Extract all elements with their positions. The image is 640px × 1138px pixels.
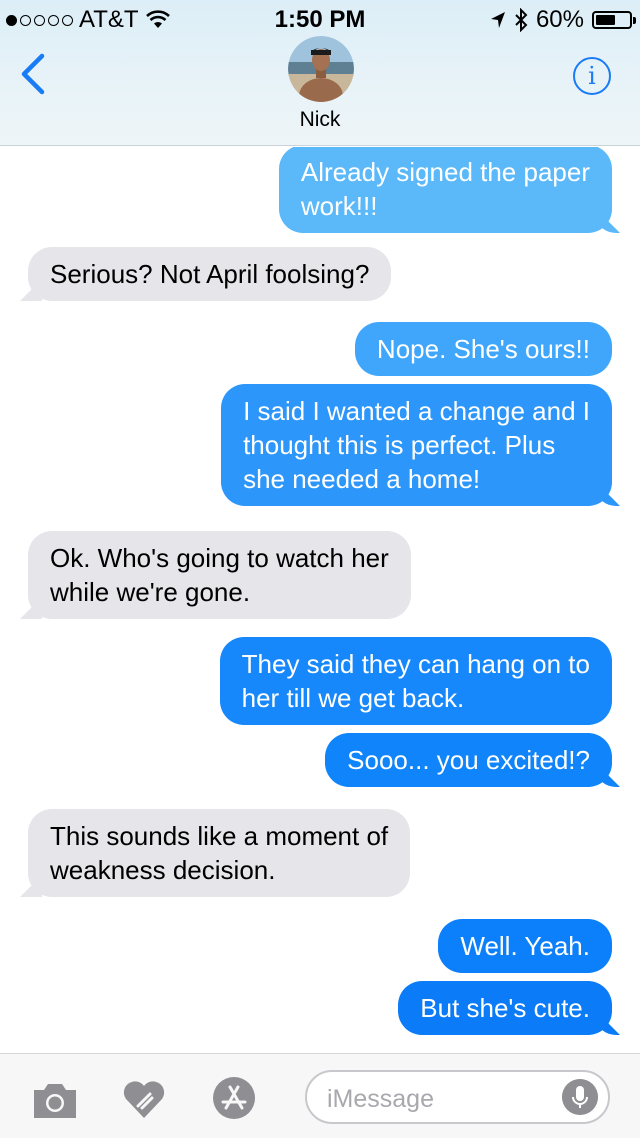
bluetooth-icon — [515, 8, 528, 32]
microphone-icon[interactable] — [562, 1079, 598, 1115]
message-outgoing[interactable]: They said they can hang on to her till w… — [219, 637, 612, 725]
status-right: 60% — [490, 6, 636, 34]
chevron-left-icon[interactable] — [18, 52, 48, 96]
app-store-icon[interactable] — [212, 1076, 256, 1120]
message-outgoing[interactable]: Already signed the paper work!!! — [278, 147, 612, 233]
location-arrow-icon — [490, 12, 505, 28]
digital-touch-icon[interactable] — [122, 1078, 166, 1120]
message-outgoing[interactable]: But she's cute. — [398, 981, 612, 1035]
message-incoming[interactable]: Ok. Who's going to watch her while we're… — [28, 531, 411, 619]
compose-bar: iMessage — [0, 1053, 640, 1138]
message-outgoing[interactable]: Nope. She's ours!! — [354, 322, 612, 376]
conversation-header: AT&T 1:50 PM 60% Nick i — [0, 0, 640, 146]
message-outgoing[interactable]: Well. Yeah. — [438, 919, 612, 973]
battery-level — [596, 15, 616, 25]
message-incoming[interactable]: Serious? Not April foolsing? — [28, 247, 392, 301]
battery-percent: 60% — [535, 6, 584, 33]
message-list[interactable]: Already signed the paper work!!! Serious… — [0, 147, 640, 1053]
message-input[interactable]: iMessage — [305, 1070, 610, 1124]
message-outgoing[interactable]: Sooo... you excited!? — [325, 733, 612, 787]
info-icon[interactable]: i — [573, 57, 611, 95]
message-incoming[interactable]: This sounds like a moment of weakness de… — [28, 809, 411, 897]
contact-avatar[interactable] — [288, 36, 354, 102]
contact-name[interactable]: Nick — [0, 108, 640, 132]
battery-icon — [592, 11, 636, 29]
status-bar: AT&T 1:50 PM 60% — [0, 0, 640, 40]
camera-icon[interactable] — [30, 1080, 80, 1120]
message-outgoing[interactable]: I said I wanted a change and I thought t… — [221, 384, 612, 506]
message-input-placeholder: iMessage — [327, 1085, 434, 1113]
